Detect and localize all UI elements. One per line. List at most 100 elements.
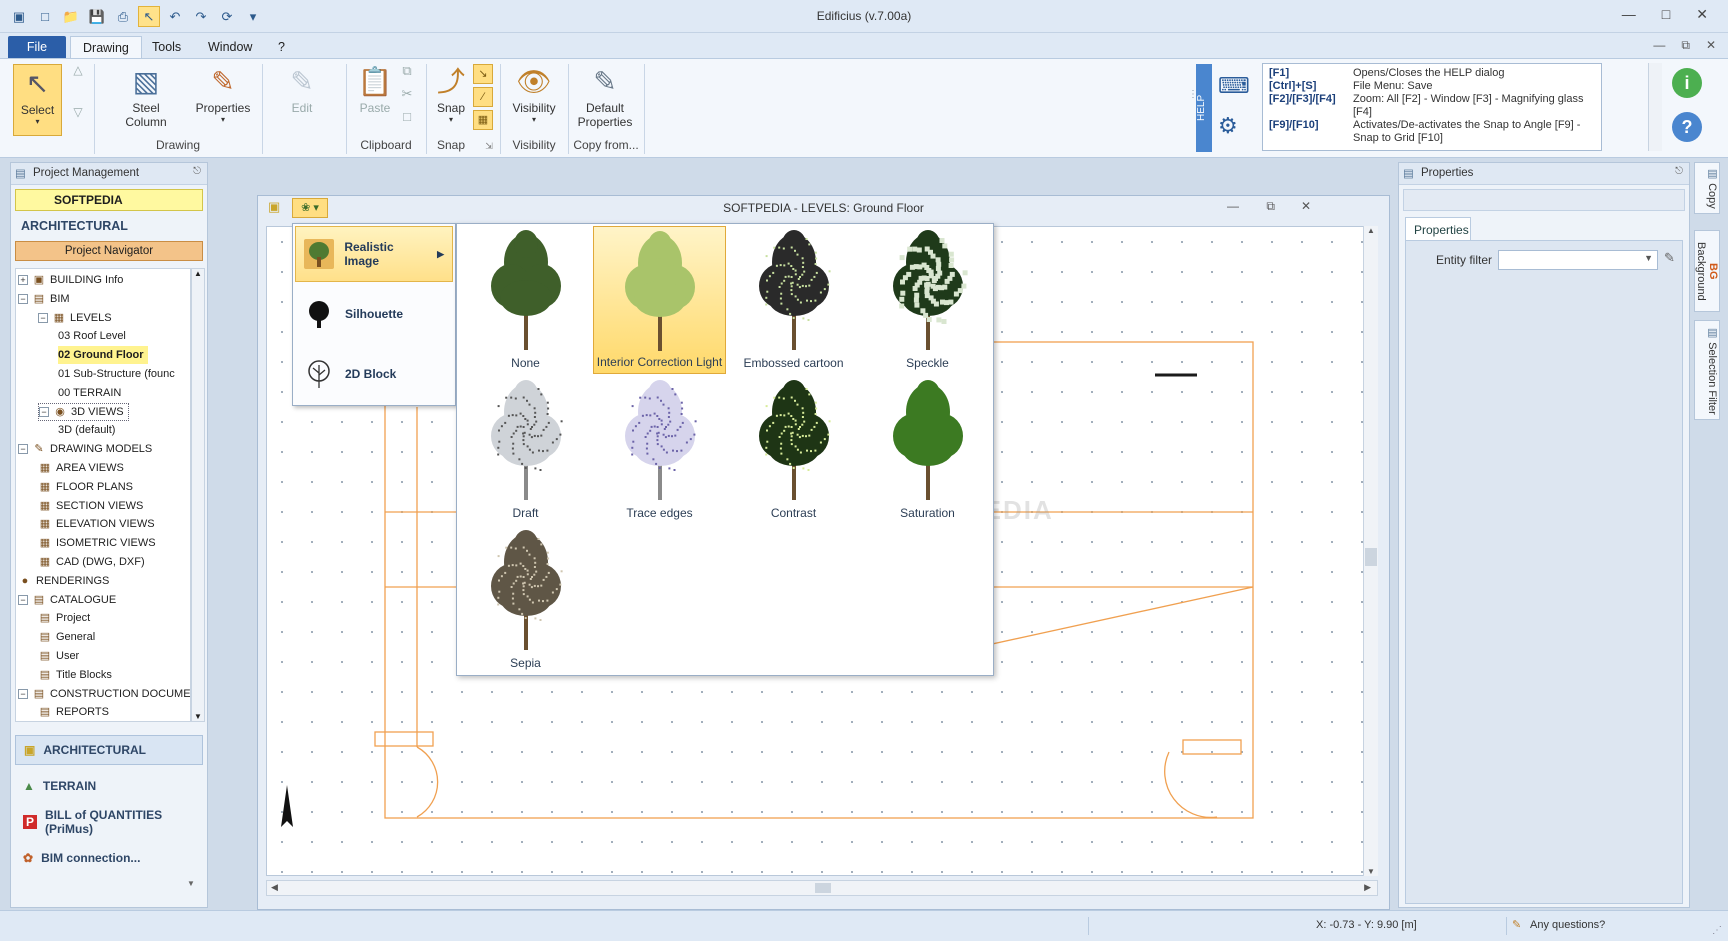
tab-file[interactable]: File [8,36,66,59]
paste-special-icon[interactable]: □ [398,109,416,124]
tree-item[interactable]: ▦ FLOOR PLANS [38,478,133,496]
cut-icon[interactable]: ✂ [398,86,416,102]
tree-style-option[interactable]: Draft [459,376,592,524]
scroll-right-icon[interactable]: ▶ [1364,882,1371,893]
drawing-close-icon[interactable]: ✕ [1301,199,1311,213]
resize-grip-icon[interactable]: ⋰ [1712,925,1722,936]
tree-scrollbar[interactable]: ▲ ▼ [191,268,205,722]
tree-style-option[interactable]: Sepia [459,526,592,674]
question-icon[interactable]: ? [1672,112,1702,142]
snap-settings-icon[interactable]: ⇲ [484,141,494,152]
paste-button[interactable]: 📋 Paste [354,63,396,115]
select-button[interactable]: ↖ Select ▾ [13,64,62,136]
filter-icon[interactable]: ✎ [1664,250,1675,266]
tree-item[interactable]: − ▤ CATALOGUE [18,591,116,609]
collapse-icon[interactable]: − [38,312,48,323]
scroll-thumb[interactable] [1365,548,1377,566]
tree-item[interactable]: 02 Ground Floor [58,346,148,365]
tree-item[interactable]: − ◉ 3D VIEWS [38,402,129,421]
tree-style-option[interactable]: None [459,226,592,374]
tree-item[interactable]: ▤ Project [38,609,90,627]
snap-grid-icon[interactable]: ▦ [473,110,493,130]
side-tab-selection-filter[interactable]: ▤ Selection Filter [1694,320,1720,420]
collapse-icon[interactable]: − [18,594,28,605]
tab-help[interactable]: ? [266,36,297,59]
view-menu-icon[interactable]: ▣ [268,199,280,215]
steel-column-button[interactable]: ▧ Steel Column [114,63,178,129]
tree-item[interactable]: ▦ AREA VIEWS [38,459,124,477]
minimize-icon[interactable]: — [1622,6,1636,23]
pin-icon[interactable]: ⎋ [1675,166,1683,177]
tree-style-option[interactable]: Embossed cartoon [727,226,860,374]
properties-button[interactable]: ✎ Properties ▾ [190,63,256,124]
snap-endpoint-icon[interactable]: ↘ [473,64,493,84]
scroll-up-icon[interactable]: △ [70,63,86,77]
project-name[interactable]: SOFTPEDIA [15,189,203,211]
tree-item[interactable]: ▦ SECTION VIEWS [38,497,144,515]
tree-item[interactable]: ▤ General [38,628,95,646]
scroll-down-icon[interactable]: ▼ [1364,867,1378,876]
tree-item[interactable]: 03 Roof Level [58,327,126,345]
scroll-left-icon[interactable]: ◀ [271,882,278,893]
ribbon-close-icon[interactable]: ✕ [1706,38,1716,53]
ribbon-restore-icon[interactable]: ⧉ [1681,38,1690,53]
entity-filter-select[interactable]: ▼ [1498,250,1658,270]
module-architectural[interactable]: ▣ ARCHITECTURAL [15,735,203,765]
scroll-down-icon[interactable]: ▼ [192,712,204,721]
tree-item[interactable]: ▤ Title Blocks [38,666,112,684]
scroll-up-icon[interactable]: ▲ [192,269,204,278]
project-navigator-button[interactable]: Project Navigator [15,241,203,261]
module-bim-connection[interactable]: ✿ BIM connection... [15,843,203,873]
snap-button[interactable]: ⤴ Snap ▾ [432,63,470,124]
help-settings-icon[interactable]: ⚙ [1218,106,1254,146]
tree-style-option[interactable]: Trace edges [593,376,726,524]
drawing-minimize-icon[interactable]: — [1227,199,1239,213]
tree-item[interactable]: ● RENDERINGS [18,572,110,590]
tree-item[interactable]: − ▤ CONSTRUCTION DOCUMEN [18,685,190,703]
edit-button[interactable]: ✎ Edit [276,63,328,115]
expand-modules-icon[interactable]: ▼ [187,879,195,888]
side-tab-background[interactable]: BG Background [1694,230,1720,312]
collapse-icon[interactable]: − [18,293,28,304]
side-tab-copy[interactable]: ▤ Copy [1694,162,1720,214]
drawing-restore-icon[interactable]: ⧉ [1266,199,1275,214]
render-style-button[interactable]: ❀ ▾ [292,198,328,218]
tree-item[interactable]: − ▦ LEVELS [38,309,112,327]
scroll-thumb[interactable] [815,883,831,893]
default-properties-button[interactable]: ✎ Default Properties [572,63,638,129]
tree-item[interactable]: ▦ ELEVATION VIEWS [38,515,155,533]
collapse-icon[interactable]: − [39,406,49,417]
tree-item[interactable]: ▦ ISOMETRIC VIEWS [38,534,156,552]
menu-item-2d-block[interactable]: 2D Block [295,346,453,402]
pin-icon[interactable]: ⎋ [193,166,201,177]
ribbon-minimize-icon[interactable]: — [1653,38,1665,53]
tree-style-option[interactable]: Saturation [861,376,994,524]
tree-item[interactable]: ▤ REPORTS [38,703,109,721]
tree-item[interactable]: ▤ User [38,647,79,665]
collapse-icon[interactable]: − [18,688,28,699]
help-tab[interactable]: HELP [1196,64,1212,152]
tree-item[interactable]: − ✎ DRAWING MODELS [18,440,152,458]
close-icon[interactable]: ✕ [1696,6,1708,23]
tree-item[interactable]: − ▤ BIM [18,290,70,308]
tree-style-option[interactable]: Contrast [727,376,860,524]
tree-item[interactable]: 00 TERRAIN [58,384,121,402]
help-keyboard-icon[interactable]: ⌨ [1218,66,1254,106]
any-questions-link[interactable]: Any questions? [1530,919,1605,931]
maximize-icon[interactable]: □ [1662,6,1670,23]
collapse-icon[interactable]: − [18,444,28,455]
tree-style-option[interactable]: Interior Correction Light [593,226,726,374]
menu-item-silhouette[interactable]: Silhouette [295,286,453,342]
tab-tools[interactable]: Tools [140,36,193,59]
tree-item[interactable]: + ▣ BUILDING Info [18,271,123,289]
tree-style-option[interactable]: Speckle [861,226,994,374]
copy-icon[interactable]: ⧉ [398,63,416,79]
drawing-vertical-scrollbar[interactable]: ▲ ▼ [1363,226,1378,876]
visibility-button[interactable]: 👁 Visibility ▾ [508,63,560,124]
tree-item[interactable]: 01 Sub-Structure (founc [58,365,175,383]
snap-midpoint-icon[interactable]: ∕ [473,87,493,107]
help-scrollbar[interactable] [1648,63,1662,151]
tab-window[interactable]: Window [196,36,264,59]
tree-item[interactable]: 3D (default) [58,421,115,439]
drawing-horizontal-scrollbar[interactable]: ◀ ▶ [266,880,1378,896]
